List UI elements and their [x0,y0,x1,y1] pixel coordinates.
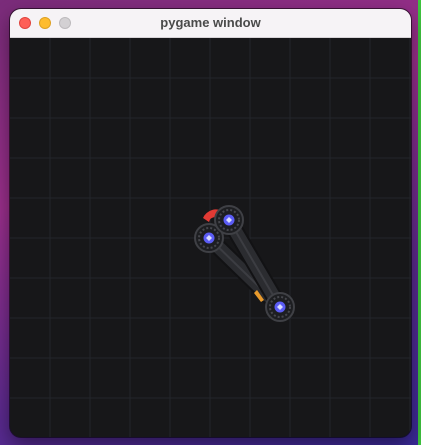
joint-elbow [214,205,244,235]
window-titlebar[interactable]: pygame window [10,9,411,38]
game-scene [10,38,411,437]
game-canvas[interactable] [10,38,411,437]
joint-end [265,292,295,322]
window-title: pygame window [160,15,261,30]
pygame-window: pygame window [10,9,411,437]
